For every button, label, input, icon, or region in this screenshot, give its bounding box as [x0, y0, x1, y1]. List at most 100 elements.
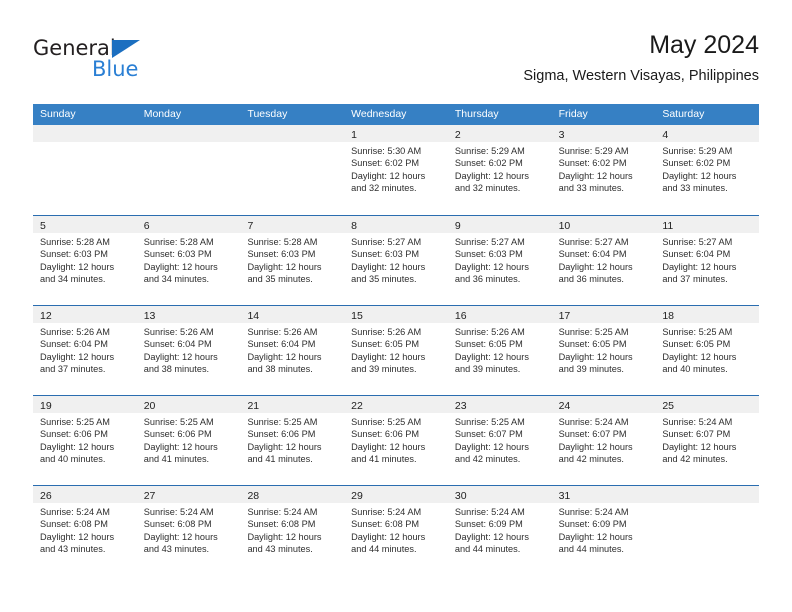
- day-number-bar: 6: [136, 216, 241, 233]
- day-cell[interactable]: 5 Sunrise: 5:28 AM Sunset: 6:03 PM Daylight…: [33, 216, 137, 305]
- sunrise-text: Sunrise: 5:24 AM: [558, 417, 629, 427]
- day-info: Sunrise: 5:24 AM Sunset: 6:09 PM Daylight:…: [448, 503, 552, 555]
- sunset-text: Sunset: 6:03 PM: [143, 249, 212, 260]
- day-cell[interactable]: 24 Sunrise: 5:24 AM Sunset: 6:07 PM Dayligh…: [551, 396, 656, 485]
- day-cell[interactable]: 15 Sunrise: 5:26 AM Sunset: 6:05 PM Dayligh…: [344, 306, 448, 395]
- day-number: 21: [247, 400, 260, 412]
- daylight-text-line1: Daylight: 12 hours: [558, 170, 633, 181]
- day-info: Sunrise: 5:24 AM Sunset: 6:08 PM Daylight:…: [240, 503, 344, 555]
- sunset-text: Sunset: 6:06 PM: [143, 429, 212, 440]
- daylight-text-line2: and 35 minutes.: [351, 273, 417, 284]
- day-number: 8: [351, 220, 357, 232]
- day-cell[interactable]: 8 Sunrise: 5:27 AM Sunset: 6:03 PM Daylight…: [344, 216, 448, 305]
- day-cell[interactable]: 13 Sunrise: 5:26 AM Sunset: 6:04 PM Dayligh…: [136, 306, 241, 395]
- day-cell[interactable]: 25 Sunrise: 5:24 AM Sunset: 6:07 PM Dayligh…: [655, 396, 760, 485]
- day-cell[interactable]: 23 Sunrise: 5:25 AM Sunset: 6:07 PM Dayligh…: [447, 396, 552, 485]
- sunset-text: Sunset: 6:03 PM: [351, 249, 420, 260]
- day-cell[interactable]: 16 Sunrise: 5:26 AM Sunset: 6:05 PM Dayligh…: [447, 306, 552, 395]
- day-cell[interactable]: 1 Sunrise: 5:30 AM Sunset: 6:02 PM Daylight…: [344, 125, 448, 215]
- day-cell[interactable]: 10 Sunrise: 5:27 AM Sunset: 6:04 PM Dayligh…: [551, 216, 656, 305]
- weeks-container: 1 Sunrise: 5:30 AM Sunset: 6:02 PM Daylight…: [33, 125, 760, 575]
- sunset-text: Sunset: 6:04 PM: [247, 339, 316, 350]
- day-cell[interactable]: 27 Sunrise: 5:24 AM Sunset: 6:08 PM Dayligh…: [136, 486, 241, 575]
- daylight-text-line1: Daylight: 12 hours: [558, 531, 633, 542]
- day-number: 3: [558, 129, 565, 141]
- day-number-bar: 31: [551, 486, 656, 503]
- day-info: Sunrise: 5:27 AM Sunset: 6:04 PM Daylight:…: [655, 233, 759, 285]
- sunset-text: Sunset: 6:09 PM: [454, 519, 523, 530]
- day-cell-empty: [655, 486, 760, 575]
- day-info: Sunrise: 5:25 AM Sunset: 6:06 PM Daylight:…: [33, 413, 137, 465]
- day-cell[interactable]: 3 Sunrise: 5:29 AM Sunset: 6:02 PM Daylight…: [551, 125, 656, 215]
- day-cell[interactable]: 6 Sunrise: 5:28 AM Sunset: 6:03 PM Daylight…: [136, 216, 241, 305]
- day-number-bar: 13: [136, 306, 241, 323]
- day-cell[interactable]: 17 Sunrise: 5:25 AM Sunset: 6:05 PM Dayligh…: [551, 306, 656, 395]
- day-cell[interactable]: 21 Sunrise: 5:25 AM Sunset: 6:06 PM Dayligh…: [240, 396, 345, 485]
- day-cell[interactable]: 14 Sunrise: 5:26 AM Sunset: 6:04 PM Dayligh…: [240, 306, 345, 395]
- daylight-text-line1: Daylight: 12 hours: [351, 351, 426, 362]
- day-cell[interactable]: 9 Sunrise: 5:27 AM Sunset: 6:03 PM Daylight…: [447, 216, 552, 305]
- sunset-text: Sunset: 6:08 PM: [143, 519, 212, 530]
- sunset-text: Sunset: 6:02 PM: [351, 158, 420, 169]
- daylight-text-line2: and 42 minutes.: [558, 453, 624, 464]
- sunset-text: Sunset: 6:07 PM: [662, 429, 731, 440]
- day-number-bar: 21: [240, 396, 345, 413]
- day-number: 30: [454, 490, 467, 502]
- sunrise-text: Sunrise: 5:25 AM: [247, 417, 318, 427]
- day-number-bar: 20: [136, 396, 241, 413]
- day-cell[interactable]: 12 Sunrise: 5:26 AM Sunset: 6:04 PM Dayligh…: [33, 306, 137, 395]
- daylight-text-line2: and 36 minutes.: [558, 273, 624, 284]
- day-cell[interactable]: 22 Sunrise: 5:25 AM Sunset: 6:06 PM Dayligh…: [344, 396, 448, 485]
- daylight-text-line2: and 44 minutes.: [454, 543, 521, 554]
- day-number: 7: [247, 220, 254, 232]
- day-number-bar: 29: [344, 486, 448, 503]
- daylight-text-line1: Daylight: 12 hours: [247, 351, 322, 362]
- day-cell[interactable]: 11 Sunrise: 5:27 AM Sunset: 6:04 PM Dayligh…: [655, 216, 760, 305]
- daylight-text-line2: and 40 minutes.: [662, 363, 728, 374]
- week-row: 19 Sunrise: 5:25 AM Sunset: 6:06 PM Dayligh…: [33, 395, 760, 485]
- daylight-text-line2: and 35 minutes.: [247, 273, 313, 284]
- day-number-bar: 11: [655, 216, 760, 233]
- general-blue-logo[interactable]: General Blue: [33, 36, 213, 88]
- weekday-header-tuesday: Tuesday: [247, 108, 288, 120]
- day-cell[interactable]: 7 Sunrise: 5:28 AM Sunset: 6:03 PM Daylight…: [240, 216, 345, 305]
- day-number: 18: [662, 310, 674, 322]
- sunrise-text: Sunrise: 5:24 AM: [662, 417, 733, 427]
- day-number-bar: 18: [655, 306, 760, 323]
- daylight-text-line1: Daylight: 12 hours: [662, 261, 737, 272]
- day-number-bar: 10: [551, 216, 656, 233]
- day-cell[interactable]: 19 Sunrise: 5:25 AM Sunset: 6:06 PM Dayligh…: [33, 396, 137, 485]
- daylight-text-line2: and 36 minutes.: [454, 273, 521, 284]
- day-cell[interactable]: 29 Sunrise: 5:24 AM Sunset: 6:08 PM Dayligh…: [344, 486, 448, 575]
- day-cell[interactable]: 4 Sunrise: 5:29 AM Sunset: 6:02 PM Daylight…: [655, 125, 760, 215]
- daylight-text-line1: Daylight: 12 hours: [40, 261, 115, 272]
- day-info: Sunrise: 5:24 AM Sunset: 6:08 PM Daylight:…: [344, 503, 448, 555]
- weekday-header-wednesday: Wednesday: [351, 108, 407, 120]
- sunrise-text: Sunrise: 5:26 AM: [351, 327, 422, 337]
- day-number: 5: [40, 220, 46, 232]
- day-number-bar: 17: [551, 306, 656, 323]
- daylight-text-line2: and 34 minutes.: [143, 273, 210, 284]
- week-row: 26 Sunrise: 5:24 AM Sunset: 6:08 PM Dayligh…: [33, 485, 760, 575]
- day-cell[interactable]: 20 Sunrise: 5:25 AM Sunset: 6:06 PM Dayligh…: [136, 396, 241, 485]
- day-cell[interactable]: 30 Sunrise: 5:24 AM Sunset: 6:09 PM Dayligh…: [447, 486, 552, 575]
- day-info: Sunrise: 5:24 AM Sunset: 6:08 PM Daylight:…: [33, 503, 137, 555]
- day-cell[interactable]: 26 Sunrise: 5:24 AM Sunset: 6:08 PM Dayligh…: [33, 486, 137, 575]
- sunset-text: Sunset: 6:09 PM: [558, 519, 627, 530]
- day-cell[interactable]: 31 Sunrise: 5:24 AM Sunset: 6:09 PM Dayligh…: [551, 486, 656, 575]
- sunrise-text: Sunrise: 5:27 AM: [454, 237, 525, 247]
- day-number-bar: 4: [655, 125, 760, 142]
- sunrise-text: Sunrise: 5:27 AM: [351, 237, 422, 247]
- day-cell[interactable]: 28 Sunrise: 5:24 AM Sunset: 6:08 PM Dayligh…: [240, 486, 345, 575]
- day-cell[interactable]: 18 Sunrise: 5:25 AM Sunset: 6:05 PM Dayligh…: [655, 306, 760, 395]
- day-number: 24: [558, 400, 571, 412]
- daylight-text-line1: Daylight: 12 hours: [247, 441, 322, 452]
- sunrise-text: Sunrise: 5:30 AM: [351, 146, 422, 156]
- sunrise-text: Sunrise: 5:28 AM: [40, 237, 110, 247]
- logo-text-blue: Blue: [92, 57, 139, 81]
- day-cell[interactable]: 2 Sunrise: 5:29 AM Sunset: 6:02 PM Daylight…: [447, 125, 552, 215]
- day-info: Sunrise: 5:27 AM Sunset: 6:04 PM Daylight:…: [552, 233, 656, 285]
- day-number-bar: 22: [344, 396, 448, 413]
- sunset-text: Sunset: 6:02 PM: [558, 158, 627, 169]
- day-cell-empty: [136, 125, 241, 215]
